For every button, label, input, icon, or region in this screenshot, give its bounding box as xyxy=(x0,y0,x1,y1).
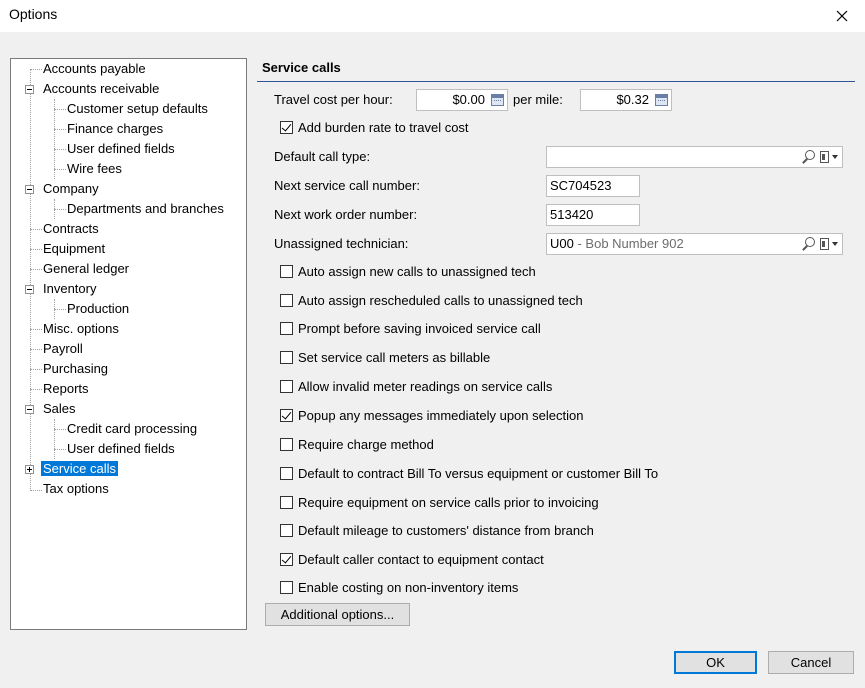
accounts-receivable-collapse-icon[interactable] xyxy=(25,85,34,94)
checkbox-label: Enable costing on non-inventory items xyxy=(298,580,519,595)
section-title: Service calls xyxy=(262,60,341,75)
checkbox-meters-billable[interactable] xyxy=(280,351,293,364)
checkbox-label: Prompt before saving invoiced service ca… xyxy=(298,321,541,336)
calculator-icon[interactable] xyxy=(491,94,504,106)
default-call-type-field[interactable] xyxy=(546,146,843,168)
tree-item-production[interactable]: Production xyxy=(65,300,131,318)
travel-cost-per-mile-field[interactable]: $0.32 xyxy=(580,89,672,111)
tree-item-customer-setup-defaults[interactable]: Customer setup defaults xyxy=(65,100,210,118)
next-work-order-field[interactable]: 513420 xyxy=(546,204,640,226)
tree-item-sales-user-defined-fields[interactable]: User defined fields xyxy=(65,440,177,458)
tree-item-sales[interactable]: Sales xyxy=(41,400,78,418)
document-dropdown-icon[interactable] xyxy=(819,150,839,164)
checkbox-label: Require charge method xyxy=(298,437,434,452)
checkbox-auto-assign-new[interactable] xyxy=(280,265,293,278)
checkbox-label: Auto assign rescheduled calls to unassig… xyxy=(298,293,583,308)
company-collapse-icon[interactable] xyxy=(25,185,34,194)
add-burden-rate-checkbox[interactable] xyxy=(280,121,293,134)
options-tree[interactable]: Accounts payable Accounts receivable Cus… xyxy=(10,58,247,630)
checkbox-label: Auto assign new calls to unassigned tech xyxy=(298,264,536,279)
cancel-button[interactable]: Cancel xyxy=(768,651,854,674)
inventory-collapse-icon[interactable] xyxy=(25,285,34,294)
calculator-icon[interactable] xyxy=(655,94,668,106)
checkbox-label: Popup any messages immediately upon sele… xyxy=(298,408,584,423)
checkbox-popup-messages[interactable] xyxy=(280,409,293,422)
tree-item-company[interactable]: Company xyxy=(41,180,101,198)
checkbox-enable-costing[interactable] xyxy=(280,581,293,594)
checkbox-default-caller-contact[interactable] xyxy=(280,553,293,566)
checkbox-label: Default caller contact to equipment cont… xyxy=(298,552,544,567)
ok-button[interactable]: OK xyxy=(674,651,757,674)
checkbox-label: Default mileage to customers' distance f… xyxy=(298,523,594,538)
next-work-order-label: Next work order number: xyxy=(274,207,418,222)
close-button[interactable] xyxy=(819,0,865,32)
additional-options-button[interactable]: Additional options... xyxy=(265,603,410,626)
document-dropdown-icon[interactable] xyxy=(819,237,839,251)
tree-item-wire-fees[interactable]: Wire fees xyxy=(65,160,124,178)
default-call-type-label: Default call type: xyxy=(274,149,371,164)
tree-item-misc-options[interactable]: Misc. options xyxy=(41,320,121,338)
unassigned-technician-field[interactable]: U00 - Bob Number 902 xyxy=(546,233,843,255)
travel-cost-per-hour-field[interactable]: $0.00 xyxy=(416,89,508,111)
checkbox-label: Default to contract Bill To versus equip… xyxy=(298,466,659,481)
tree-item-payroll[interactable]: Payroll xyxy=(41,340,85,358)
unassigned-technician-label: Unassigned technician: xyxy=(274,236,409,251)
tree-item-finance-charges[interactable]: Finance charges xyxy=(65,120,165,138)
tree-item-inventory[interactable]: Inventory xyxy=(41,280,98,298)
next-service-call-field[interactable]: SC704523 xyxy=(546,175,640,197)
service-calls-expand-icon[interactable] xyxy=(25,465,34,474)
tree-item-tax-options[interactable]: Tax options xyxy=(41,480,111,498)
title-bar: Options xyxy=(0,0,865,32)
tree-item-reports[interactable]: Reports xyxy=(41,380,91,398)
tree-item-purchasing[interactable]: Purchasing xyxy=(41,360,110,378)
close-icon xyxy=(836,10,848,22)
tree-item-ar-user-defined-fields[interactable]: User defined fields xyxy=(65,140,177,158)
checkbox-allow-invalid-meter[interactable] xyxy=(280,380,293,393)
tree-item-service-calls[interactable]: Service calls xyxy=(41,460,118,478)
checkbox-require-equipment[interactable] xyxy=(280,496,293,509)
checkbox-default-mileage[interactable] xyxy=(280,524,293,537)
search-icon[interactable] xyxy=(801,150,815,164)
tree-item-accounts-payable[interactable]: Accounts payable xyxy=(41,60,148,78)
sales-collapse-icon[interactable] xyxy=(25,405,34,414)
checkbox-default-contract-bill-to[interactable] xyxy=(280,467,293,480)
window-title: Options xyxy=(9,6,58,22)
checkbox-auto-assign-rescheduled[interactable] xyxy=(280,294,293,307)
section-divider xyxy=(257,81,855,82)
checkbox-prompt-before-saving[interactable] xyxy=(280,322,293,335)
checkbox-label: Set service call meters as billable xyxy=(298,350,491,365)
per-mile-label: per mile: xyxy=(513,92,563,107)
checkbox-label: Allow invalid meter readings on service … xyxy=(298,379,553,394)
tree-item-accounts-receivable[interactable]: Accounts receivable xyxy=(41,80,161,98)
add-burden-rate-label: Add burden rate to travel cost xyxy=(298,120,469,135)
tree-item-credit-card-processing[interactable]: Credit card processing xyxy=(65,420,199,438)
checkbox-require-charge-method[interactable] xyxy=(280,438,293,451)
search-icon[interactable] xyxy=(801,237,815,251)
tree-item-general-ledger[interactable]: General ledger xyxy=(41,260,131,278)
tree-item-departments-and-branches[interactable]: Departments and branches xyxy=(65,200,226,218)
tree-item-contracts[interactable]: Contracts xyxy=(41,220,101,238)
tree-item-equipment[interactable]: Equipment xyxy=(41,240,107,258)
travel-cost-label: Travel cost per hour: xyxy=(274,92,393,107)
checkbox-label: Require equipment on service calls prior… xyxy=(298,495,599,510)
next-service-call-label: Next service call number: xyxy=(274,178,420,193)
